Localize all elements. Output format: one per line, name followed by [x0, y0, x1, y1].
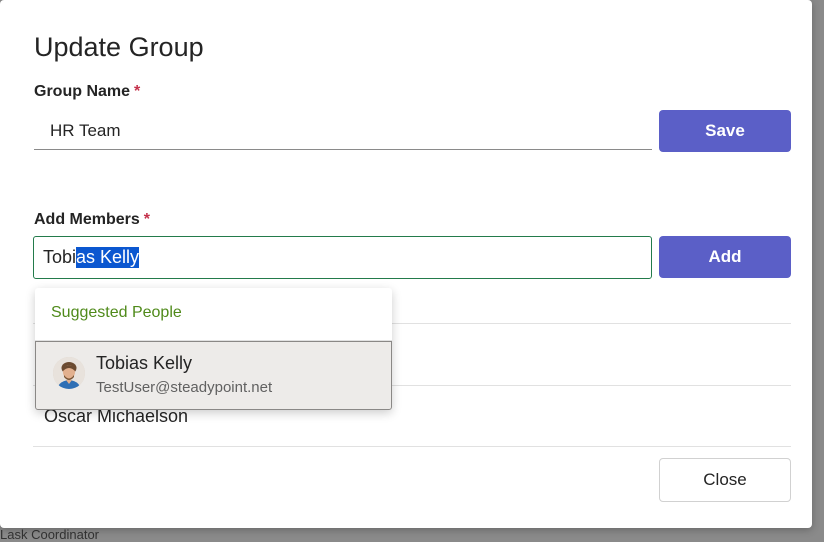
add-members-label: Add Members * — [34, 211, 150, 229]
required-marker: * — [134, 83, 141, 100]
add-members-input[interactable]: Tobi as Kelly — [33, 236, 652, 279]
suggestions-dropdown: Suggested People Tobias Kelly TestUser@s… — [35, 288, 392, 410]
close-button[interactable]: Close — [659, 458, 791, 502]
add-button[interactable]: Add — [659, 236, 791, 278]
autocomplete-selection: as Kelly — [76, 247, 140, 268]
footer-divider — [33, 446, 791, 447]
person-avatar-icon — [53, 357, 85, 389]
suggestion-name: Tobias Kelly — [96, 353, 193, 373]
suggestion-item[interactable]: Tobias Kelly TestUser@steadypoint.net — [35, 341, 392, 410]
background-partial-text: Lask Coordinator — [0, 527, 99, 542]
suggestion-email: TestUser@steadypoint.net — [96, 379, 273, 396]
group-name-value: HR Team — [50, 120, 121, 140]
dialog-title: Update Group — [34, 32, 204, 62]
suggestions-header: Suggested People — [51, 304, 182, 321]
typed-text: Tobi — [43, 247, 77, 267]
group-name-label-text: Group Name — [34, 83, 131, 100]
add-members-label-text: Add Members — [34, 211, 140, 228]
update-group-dialog: Update Group Group Name * HR Team Save Ad… — [0, 0, 812, 528]
required-marker: * — [143, 211, 151, 228]
group-name-input[interactable]: HR Team — [34, 112, 652, 150]
group-name-label: Group Name * — [34, 83, 140, 101]
save-button[interactable]: Save — [659, 110, 791, 152]
